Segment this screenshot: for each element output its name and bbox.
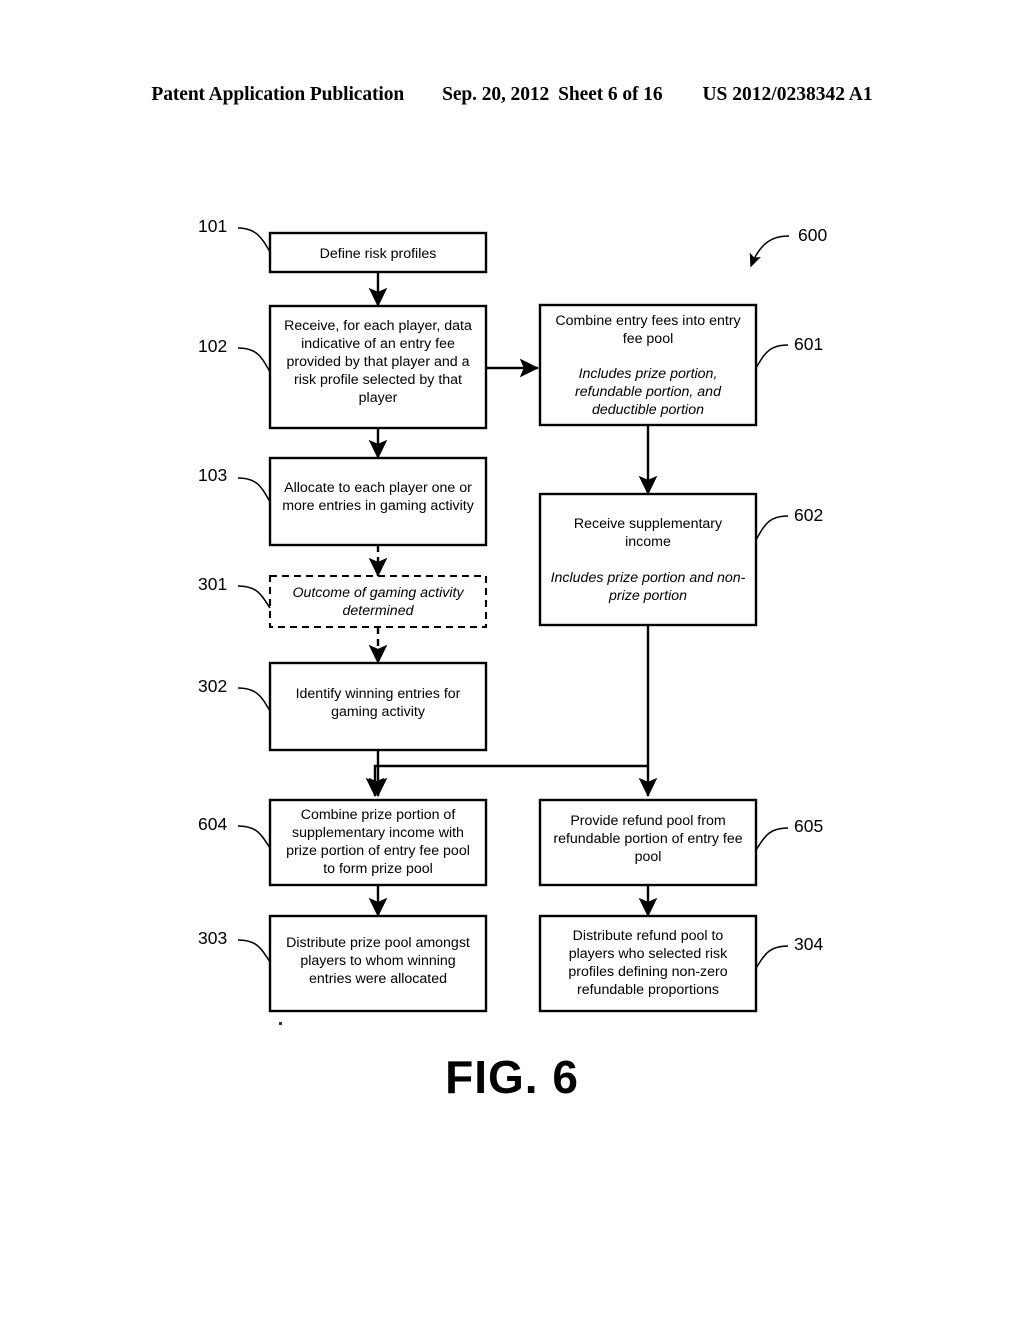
- node-combine-entry-fees: Combine entry fees into entry fee pool I…: [538, 303, 758, 427]
- node-602-line-3: Includes prize portion and non-: [551, 570, 746, 586]
- node-301-line-1: determined: [343, 603, 415, 619]
- ref-label-303: 303: [198, 928, 227, 948]
- node-604-line-2: prize portion of entry fee pool: [286, 843, 470, 859]
- node-302-line-0: Identify winning entries for: [296, 686, 461, 702]
- leader-601: [755, 344, 789, 369]
- scan-speck: [279, 1022, 282, 1025]
- node-604-line-0: Combine prize portion of: [301, 807, 456, 823]
- node-receive-player-data: Receive, for each player, data indicativ…: [268, 304, 488, 430]
- node-601-line-4: refundable portion, and: [575, 384, 722, 400]
- leader-103: [237, 477, 271, 503]
- node-304-line-2: profiles defining non-zero: [568, 964, 727, 980]
- leader-301: [237, 585, 271, 609]
- ref-label-601: 601: [794, 334, 823, 354]
- node-601-line-1: fee pool: [623, 331, 674, 347]
- leader-302: [237, 687, 271, 712]
- leader-304: [755, 945, 789, 969]
- node-601-line-5: deductible portion: [592, 402, 704, 418]
- ref-label-302: 302: [198, 676, 227, 696]
- patent-figure-page: Patent Application Publication Sep. 20, …: [0, 0, 1024, 1320]
- node-601-line-3: Includes prize portion,: [579, 366, 718, 382]
- node-102-line-0: Receive, for each player, data: [284, 318, 472, 334]
- node-provide-refund-pool: Provide refund pool from refundable port…: [538, 798, 758, 887]
- node-outcome-determined: Outcome of gaming activity determined: [268, 574, 488, 629]
- leader-102: [237, 347, 271, 373]
- ref-label-602: 602: [794, 505, 823, 525]
- ref-label-604: 604: [198, 814, 227, 834]
- node-601-line-0: Combine entry fees into entry: [555, 313, 741, 329]
- ref-label-102: 102: [198, 336, 227, 356]
- node-602-line-0: Receive supplementary: [574, 516, 723, 532]
- ref-label-103: 103: [198, 465, 227, 485]
- ref-label-101: 101: [198, 216, 227, 236]
- node-identify-winning-entries: Identify winning entries for gaming acti…: [268, 661, 488, 752]
- node-602-line-4: prize portion: [608, 588, 687, 604]
- node-604-line-3: to form prize pool: [323, 861, 433, 877]
- node-605-line-1: refundable portion of entry fee: [553, 831, 742, 847]
- figure-caption: FIG. 6: [445, 1051, 579, 1103]
- node-102-line-1: indicative of an entry fee: [301, 336, 455, 352]
- leader-303: [237, 939, 271, 963]
- node-303-line-0: Distribute prize pool amongst: [286, 935, 470, 951]
- leader-101: [237, 227, 271, 253]
- node-302-line-1: gaming activity: [331, 704, 426, 720]
- flowchart-figure: Define risk profiles Receive, for each p…: [198, 216, 827, 1103]
- node-distribute-refund-pool: Distribute refund pool to players who se…: [538, 914, 758, 1013]
- node-604-line-1: supplementary income with: [292, 825, 464, 841]
- edge-602-604: [365, 764, 648, 797]
- leader-602: [755, 515, 789, 541]
- node-304-line-3: refundable proportions: [577, 982, 719, 998]
- leader-600: [749, 235, 790, 268]
- node-102-line-3: risk profile selected by that: [294, 372, 462, 388]
- leader-604: [237, 825, 271, 849]
- node-receive-supplementary-income: Receive supplementary income Includes pr…: [538, 492, 758, 627]
- ref-label-600: 600: [798, 225, 827, 245]
- node-103-line-0: Allocate to each player one or: [284, 480, 472, 496]
- node-102-line-4: player: [359, 390, 398, 406]
- node-101-line-0: Define risk profiles: [320, 246, 437, 262]
- node-304-line-1: players who selected risk: [569, 946, 728, 962]
- ref-label-301: 301: [198, 574, 227, 594]
- node-allocate-entries: Allocate to each player one or more entr…: [268, 456, 488, 547]
- node-103-line-1: more entries in gaming activity: [282, 498, 475, 514]
- node-combine-prize-portions: Combine prize portion of supplementary i…: [268, 798, 488, 887]
- leader-605: [755, 827, 789, 851]
- node-303-line-2: entries were allocated: [309, 971, 447, 987]
- node-102-line-2: provided by that player and a: [287, 354, 470, 370]
- ref-label-605: 605: [794, 816, 823, 836]
- node-303-line-1: players to whom winning: [300, 953, 455, 969]
- node-602-line-1: income: [625, 534, 671, 550]
- ref-label-304: 304: [794, 934, 823, 954]
- node-605-line-0: Provide refund pool from: [570, 813, 725, 829]
- node-301-line-0: Outcome of gaming activity: [292, 585, 464, 601]
- node-304-line-0: Distribute refund pool to: [573, 928, 724, 944]
- node-define-risk-profiles: Define risk profiles: [268, 231, 488, 274]
- node-distribute-prize-pool: Distribute prize pool amongst players to…: [268, 914, 488, 1013]
- node-605-line-2: pool: [635, 849, 662, 865]
